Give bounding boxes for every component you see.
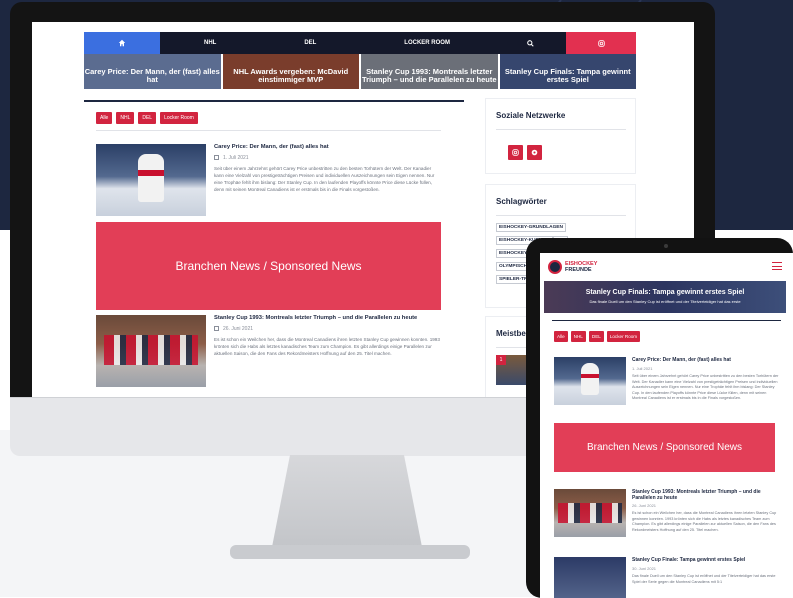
article-excerpt: Es ist schon ein Weilchen her, dass die … xyxy=(632,511,777,532)
tablet-hero-slide[interactable]: Stanley Cup Finals: Tampa gewinnt erstes… xyxy=(544,281,786,313)
content-divider xyxy=(84,100,464,102)
tablet-article-item: Stanley Cup 1993: Montreals letzter Triu… xyxy=(554,489,782,549)
sponsored-banner[interactable]: Branchen News / Sponsored News xyxy=(554,423,775,472)
filters-divider xyxy=(96,130,441,131)
tablet-category-filters: Alle NHL DEL Locker Room xyxy=(554,331,641,342)
article-date-text: 1. Juli 2021 xyxy=(223,155,249,161)
main-navigation: NHL DEL LOCKER ROOM xyxy=(84,32,636,54)
filter-nhl[interactable]: NHL xyxy=(116,112,135,124)
article-title[interactable]: Carey Price: Der Mann, der (fast) alles … xyxy=(632,357,782,363)
featured-slider: Carey Price: Der Mann, der (fast) alles … xyxy=(84,54,636,89)
calendar-icon xyxy=(214,326,219,331)
tablet-article-item: Stanley Cup Finale: Tampa gewinnt erstes… xyxy=(554,557,782,598)
filter-locker-room[interactable]: Locker Room xyxy=(606,331,641,342)
filter-del[interactable]: DEL xyxy=(138,112,157,124)
hero-subtitle: Das finale Duell um den Stanley Cup ist … xyxy=(589,299,741,304)
slider-item[interactable]: Stanley Cup 1993: Montreals letzter Triu… xyxy=(361,54,498,89)
article-item: Carey Price: Der Mann, der (fast) alles … xyxy=(96,144,441,216)
filter-locker-room[interactable]: Locker Room xyxy=(160,112,198,124)
slider-item[interactable]: Carey Price: Der Mann, der (fast) alles … xyxy=(84,54,221,89)
tablet-camera xyxy=(664,244,668,248)
tablet-article-item: Carey Price: Der Mann, der (fast) alles … xyxy=(554,357,782,412)
slide-title: Stanley Cup Finals: Tampa gewinnt erstes… xyxy=(504,66,631,84)
article-thumbnail[interactable] xyxy=(554,489,626,537)
nav-instagram-button[interactable] xyxy=(566,32,636,54)
logo-line-2: FREUNDE xyxy=(565,267,592,273)
desktop-monitor-foot xyxy=(230,545,470,559)
nav-search-button[interactable] xyxy=(494,32,566,54)
nav-item-locker-room[interactable]: LOCKER ROOM xyxy=(404,40,450,46)
social-widget-title: Soziale Netzwerke xyxy=(496,111,566,120)
tag-link[interactable]: EISHOCKEY-GRUNDLAGEN xyxy=(496,223,566,232)
article-date: 26. Juni 2021 xyxy=(632,503,657,508)
tablet-screen: EISHOCKEY FREUNDE Stanley Cup Finals: Ta… xyxy=(540,253,793,598)
hero-title: Stanley Cup Finals: Tampa gewinnt erstes… xyxy=(585,289,745,296)
tags-widget-title: Schlagwörter xyxy=(496,197,547,206)
site-logo-text[interactable]: EISHOCKEY FREUNDE xyxy=(565,261,605,273)
filter-del[interactable]: DEL xyxy=(588,331,604,342)
desktop-monitor-stand xyxy=(272,455,422,547)
home-icon xyxy=(118,39,126,47)
article-title[interactable]: Stanley Cup Finale: Tampa gewinnt erstes… xyxy=(632,557,782,563)
article-date: 1. Juli 2021 xyxy=(214,155,249,161)
social-widget: Soziale Netzwerke xyxy=(485,98,636,174)
social-instagram-button[interactable] xyxy=(508,145,523,160)
widget-divider xyxy=(496,215,626,216)
article-date-text: 26. Juni 2021 xyxy=(223,326,254,332)
slide-title: NHL Awards vergeben: McDavid einstimmige… xyxy=(233,66,349,84)
popular-rank-badge: 1 xyxy=(496,355,506,365)
article-title[interactable]: Carey Price: Der Mann, der (fast) alles … xyxy=(214,144,329,150)
article-excerpt: Es ist schon ein Weilchen her, dass die … xyxy=(214,337,440,356)
pinterest-icon xyxy=(531,149,538,156)
tablet-divider xyxy=(552,320,781,321)
sponsored-banner[interactable]: Branchen News / Sponsored News xyxy=(96,222,441,310)
category-filters: Alle NHL DEL Locker Room xyxy=(96,112,198,124)
slide-title: Stanley Cup 1993: Montreals letzter Triu… xyxy=(361,66,497,84)
article-date: 1. Juli 2021 xyxy=(632,366,653,371)
logo-icon[interactable] xyxy=(548,260,562,274)
article-title[interactable]: Stanley Cup 1993: Montreals letzter Triu… xyxy=(214,315,417,321)
article-excerpt: Das finale Duell um den Stanley Cup ist … xyxy=(632,574,776,584)
article-title[interactable]: Stanley Cup 1993: Montreals letzter Triu… xyxy=(632,489,782,501)
instagram-icon xyxy=(512,149,519,156)
article-excerpt: Seit über einem Jahrzehnt gehört Carey P… xyxy=(632,374,779,401)
filter-alle[interactable]: Alle xyxy=(96,112,113,124)
search-icon xyxy=(526,39,534,47)
social-pinterest-button[interactable] xyxy=(527,145,542,160)
tablet-header: EISHOCKEY FREUNDE xyxy=(540,253,793,279)
article-thumbnail[interactable] xyxy=(96,315,206,387)
filter-alle[interactable]: Alle xyxy=(554,331,568,342)
nav-item-nhl[interactable]: NHL xyxy=(204,40,216,46)
article-thumbnail[interactable] xyxy=(554,357,626,405)
article-date: 30. Juni 2021 xyxy=(632,566,657,571)
hamburger-menu-icon[interactable] xyxy=(772,262,782,270)
widget-divider xyxy=(496,129,626,130)
article-item: Stanley Cup 1993: Montreals letzter Triu… xyxy=(96,315,441,387)
nav-item-del[interactable]: DEL xyxy=(304,40,316,46)
article-thumbnail[interactable] xyxy=(554,557,626,598)
instagram-icon xyxy=(597,39,605,47)
slide-title: Carey Price: Der Mann, der (fast) alles … xyxy=(84,66,220,84)
filter-nhl[interactable]: NHL xyxy=(570,331,586,342)
article-date: 26. Juni 2021 xyxy=(214,326,253,332)
slider-item[interactable]: Stanley Cup Finals: Tampa gewinnt erstes… xyxy=(499,54,636,89)
calendar-icon xyxy=(214,155,219,160)
nav-home-button[interactable] xyxy=(84,32,160,54)
article-excerpt: Seit über einem Jahrzehnt gehört Carey P… xyxy=(214,166,435,192)
article-thumbnail[interactable] xyxy=(96,144,206,216)
slider-item[interactable]: NHL Awards vergeben: McDavid einstimmige… xyxy=(222,54,359,89)
